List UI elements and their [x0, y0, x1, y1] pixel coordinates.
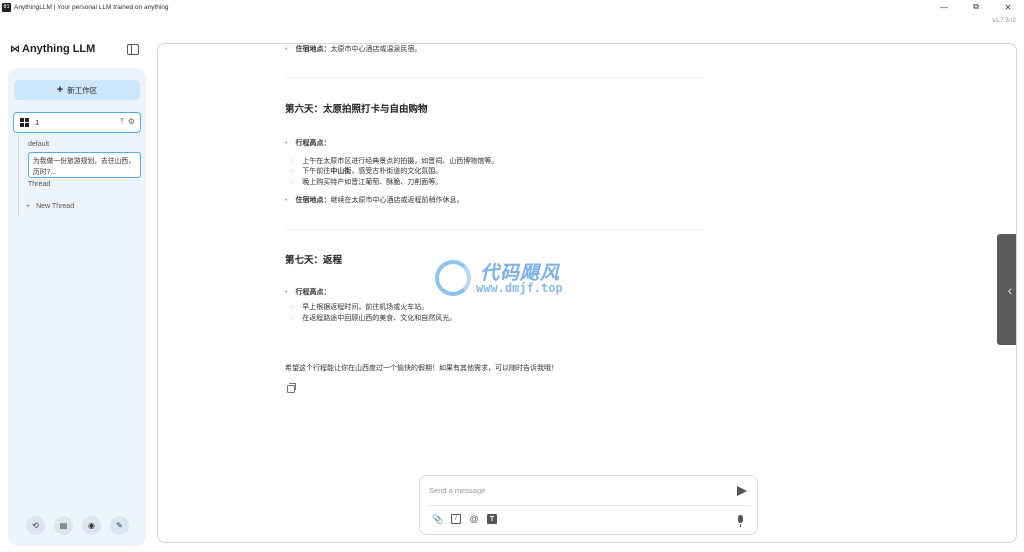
- divider: [285, 229, 705, 230]
- day6-item-1: ○ 上午在太原市区进行经典景点的拍摄，如晋祠、山西博物馆等。: [290, 158, 499, 165]
- watermark-logo-icon: [435, 260, 471, 296]
- sidebar-footer: ⟲ ▤ ◉ ✎: [26, 516, 129, 535]
- collapse-panel-chevron-icon[interactable]: ‹: [997, 234, 1016, 345]
- logo-icon: ⋈: [10, 43, 20, 55]
- at-mention-icon[interactable]: @: [469, 514, 479, 524]
- app-logo: ⋈ Anything LLM: [10, 43, 95, 55]
- thread-item-active[interactable]: 为我做一份旅游规划，去往山西，历时7...: [28, 152, 141, 178]
- window-controls: — ⧉ ✕: [928, 0, 1024, 14]
- plus-icon: +: [26, 203, 31, 210]
- divider: [285, 77, 705, 78]
- discord-icon[interactable]: ◉: [82, 516, 101, 535]
- stay-text: 太原市中心酒店或温泉民宿。: [330, 46, 422, 53]
- copy-icon[interactable]: [287, 383, 296, 393]
- day7-highlights: • 行程高点：: [285, 289, 331, 296]
- day7-item-1: ○ 早上根据返程时间，前往机场或火车站。: [290, 304, 429, 311]
- plus-icon: +: [56, 84, 64, 96]
- text-size-icon[interactable]: T: [487, 514, 497, 524]
- watermark: 代码飓风 www.dmjf.top: [433, 256, 603, 301]
- maximize-button[interactable]: ⧉: [960, 0, 992, 14]
- watermark-title: 代码飓风: [480, 263, 561, 284]
- app-icon: 01: [2, 2, 11, 12]
- day7-heading: 第七天：返程: [285, 255, 343, 266]
- watermark-url: www.dmjf.top: [476, 281, 563, 295]
- microphone-icon[interactable]: [738, 515, 743, 527]
- new-thread-label: New Thread: [36, 203, 75, 210]
- logo-text: Anything LLM: [22, 43, 96, 55]
- version-label: v1.7.3-r2: [992, 18, 1016, 24]
- window-titlebar: 01 AnythingLLM | Your personal LLM train…: [0, 0, 1024, 14]
- sidebar-toggle-icon[interactable]: [127, 44, 139, 55]
- send-icon[interactable]: [737, 486, 747, 496]
- closing-text: 希望这个行程能让你在山西度过一个愉快的假期！如果有其他需求，可以随时告诉我哦！: [285, 365, 558, 372]
- message-input[interactable]: [429, 483, 719, 497]
- sidebar: ⋈ Anything LLM + 新工作区 1 ⤒ ⚙ default 为我做一…: [0, 30, 155, 552]
- new-thread-button[interactable]: + New Thread: [26, 203, 74, 210]
- day6-stay: • 住宿地点：继续在太原市中心酒店或返程前稍作休息。: [285, 197, 464, 204]
- upload-icon[interactable]: ⤒: [120, 117, 124, 127]
- new-workspace-button[interactable]: + 新工作区: [14, 80, 140, 100]
- window-title: AnythingLLM | Your personal LLM trained …: [14, 3, 169, 11]
- settings-wrench-icon[interactable]: ✎: [110, 516, 129, 535]
- stay-label: 住宿地点：: [295, 46, 331, 53]
- workspace-actions: ⤒ ⚙: [120, 117, 135, 127]
- workspace-item[interactable]: 1 ⤒ ⚙: [13, 112, 141, 133]
- day6-item-3: ○ 晚上购买特产如晋江葡萄、酥脆、刀削面等。: [290, 179, 443, 186]
- day7-item-2: ○ 在返程路途中回顾山西的美食、文化和自然风光。: [290, 315, 457, 322]
- slash-command-icon[interactable]: /: [451, 514, 461, 524]
- thread-item-default[interactable]: default: [28, 141, 49, 148]
- day6-highlights: • 行程高点：: [285, 140, 331, 147]
- chat-area: • 住宿地点：太原市中心酒店或温泉民宿。 第六天：太原拍照打卡与自由购物 • 行程高…: [157, 43, 1017, 543]
- thread-item-thread[interactable]: Thread: [28, 181, 50, 188]
- message-composer: 📎 / @ T: [419, 475, 758, 535]
- composer-divider: [428, 505, 750, 506]
- minimize-button[interactable]: —: [928, 0, 960, 14]
- workspace-panel: + 新工作区 1 ⤒ ⚙ default 为我做一份旅游规划，去往山西，历时7.…: [8, 68, 146, 546]
- day6-item-2: ○ 下午前往中山街，感受古朴街道的文化氛围。: [290, 168, 443, 175]
- gear-icon[interactable]: ⚙: [128, 117, 135, 127]
- composer-tools: 📎 / @ T: [432, 514, 497, 524]
- thread-tree-line: [18, 134, 19, 216]
- workspace-grid-icon: [20, 118, 29, 127]
- community-icon[interactable]: ⟲: [26, 516, 45, 535]
- docs-icon[interactable]: ▤: [54, 516, 73, 535]
- attach-icon[interactable]: 📎: [432, 514, 443, 524]
- stay-line: • 住宿地点：太原市中心酒店或温泉民宿。: [285, 46, 422, 53]
- workspace-name: 1: [35, 118, 40, 127]
- new-workspace-label: 新工作区: [67, 85, 98, 95]
- day6-heading: 第六天：太原拍照打卡与自由购物: [285, 104, 428, 115]
- close-button[interactable]: ✕: [992, 0, 1024, 14]
